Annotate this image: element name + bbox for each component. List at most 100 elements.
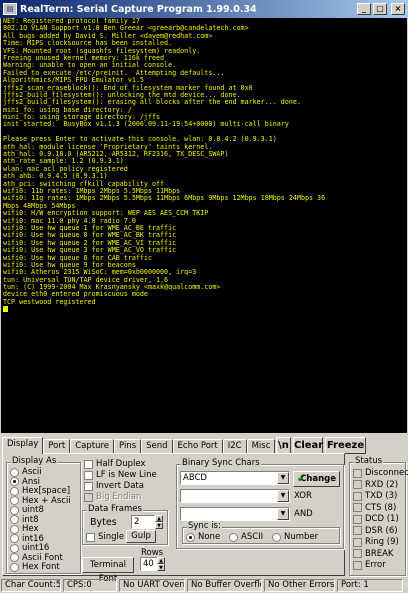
- lf-newline-checkbox[interactable]: LF is New Line: [84, 470, 157, 480]
- radio-dot: [10, 467, 19, 477]
- display-as-option-label: Ansi: [22, 476, 40, 487]
- display-as-option-int16[interactable]: int16: [10, 534, 44, 544]
- text-cursor: [3, 306, 8, 313]
- status-item-label: BREAK: [365, 548, 394, 559]
- display-as-option-label: uint16: [22, 543, 50, 553]
- single-checkbox[interactable]: Single: [86, 532, 124, 542]
- tab-echo-port[interactable]: Echo Port: [172, 439, 223, 454]
- rows-spin-down[interactable]: ▼: [157, 564, 165, 571]
- terminal-line: TCP westwood registered: [3, 297, 96, 306]
- display-as-option-hex-ascii[interactable]: Hex + Ascii: [10, 496, 71, 506]
- invert-data-checkbox[interactable]: Invert Data: [84, 481, 144, 491]
- title-bar: ▤ RealTerm: Serial Capture Program 1.99.…: [0, 0, 408, 18]
- status-label: Status: [354, 456, 384, 466]
- char-count: Char Count:5685: [1, 579, 61, 592]
- tab-capture[interactable]: Capture: [70, 439, 114, 454]
- radio-dot: [10, 543, 19, 553]
- app-icon: ▤: [3, 3, 17, 15]
- tab-send[interactable]: Send: [141, 439, 173, 454]
- status-item-label: DCD (1): [365, 514, 399, 524]
- big-endian-label: Big Endian: [96, 492, 142, 502]
- display-as-option-hex-font[interactable]: Hex Font: [10, 562, 60, 572]
- display-as-option-label: Hex: [22, 524, 39, 534]
- single-box: [86, 532, 95, 542]
- clear-button[interactable]: Clear: [293, 437, 323, 454]
- invert-data-label: Invert Data: [96, 481, 144, 491]
- status-item-label: TXD (3): [365, 491, 398, 501]
- half-duplex-checkbox[interactable]: Half Duplex: [84, 459, 145, 469]
- status-cts-8: CTS (8): [353, 503, 396, 513]
- sync-none-dot: [186, 532, 195, 542]
- display-as-option-ansi[interactable]: Ansi: [10, 477, 40, 487]
- status-led-icon: [353, 537, 362, 547]
- sync-is-label: Sync is:: [187, 521, 222, 531]
- tab-display[interactable]: Display: [2, 437, 44, 454]
- display-as-option-label: Ascii Font: [22, 552, 63, 563]
- terminal-output[interactable]: NET: Registered protocol family 17 802.1Q…: [1, 18, 407, 433]
- sync-none-label: None: [198, 532, 221, 542]
- bytes-spin-up[interactable]: ▲: [155, 515, 163, 522]
- tab-i2c[interactable]: I2C: [222, 439, 247, 454]
- chevron-down-icon: ▼: [277, 490, 289, 502]
- sync-number-dot: [272, 532, 281, 542]
- status-break: BREAK: [353, 549, 394, 559]
- status-led-icon: [353, 491, 362, 501]
- xor-label: XOR: [294, 491, 312, 501]
- status-dcd-1: DCD (1): [353, 514, 399, 524]
- sync-ascii-radio[interactable]: ASCII: [229, 532, 263, 542]
- tab-pins[interactable]: Pins: [114, 439, 142, 454]
- status-item-label: Disconnect: [365, 468, 408, 478]
- display-as-option-uint8[interactable]: uint8: [10, 505, 44, 515]
- display-as-option-int8[interactable]: int8: [10, 515, 39, 525]
- display-as-option-hex[interactable]: Hex: [10, 524, 39, 534]
- status-error: Error: [353, 560, 386, 570]
- display-as-option-hex-space-[interactable]: Hex[space]: [10, 486, 70, 496]
- radio-dot: [10, 534, 19, 543]
- display-as-option-uint16[interactable]: uint16: [10, 543, 49, 553]
- status-item-label: RXD (2): [365, 479, 399, 490]
- freeze-button[interactable]: Freeze: [325, 437, 366, 454]
- status-ring-9: Ring (9): [353, 537, 399, 547]
- status-led-icon: [353, 526, 362, 535]
- sync-number-label: Number: [284, 532, 319, 542]
- change-button[interactable]: ✔ Change: [293, 471, 340, 487]
- binary-sync-label: Binary Sync Chars: [181, 458, 261, 468]
- rows-spin-up[interactable]: ▲: [157, 557, 165, 564]
- sync-none-radio[interactable]: None: [186, 532, 220, 542]
- terminal-font-button[interactable]: Terminal Font: [82, 557, 134, 584]
- display-as-option-ascii[interactable]: Ascii: [10, 467, 42, 477]
- status-item-label: CTS (8): [365, 502, 397, 513]
- status-item-label: DSR (6): [365, 525, 398, 536]
- close-button[interactable]: ×: [391, 3, 405, 15]
- display-as-option-ascii-font[interactable]: Ascii Font: [10, 553, 63, 563]
- status-txd-3: TXD (3): [353, 491, 397, 501]
- rows-input[interactable]: 40: [140, 557, 158, 571]
- tab-misc[interactable]: Misc: [246, 439, 276, 454]
- status-dsr-6: DSR (6): [353, 526, 398, 536]
- big-endian-box: [84, 492, 93, 502]
- status-rxd-2: RXD (2): [353, 480, 398, 490]
- status-disconnect[interactable]: Disconnect: [353, 468, 408, 478]
- status-item-label: Error: [365, 560, 386, 570]
- bytes-spin-down[interactable]: ▼: [155, 522, 163, 529]
- terminal-line: init started: BusyBox v1.1.3 (2006.09.11…: [3, 120, 289, 129]
- sync-chars-combo[interactable]: ABCD ▼: [180, 471, 290, 485]
- port-indicator: Port: 1: [337, 579, 403, 592]
- chevron-down-icon: ▼: [277, 472, 289, 484]
- bytes-input[interactable]: 2: [131, 515, 155, 529]
- display-as-option-label: int16: [22, 533, 44, 544]
- window-title: RealTerm: Serial Capture Program 1.99.0.…: [20, 3, 257, 15]
- and-combo[interactable]: ▼: [180, 507, 290, 521]
- radio-dot: [10, 477, 19, 486]
- newline-button[interactable]: \n: [276, 437, 291, 454]
- bytes-label: Bytes: [90, 517, 117, 528]
- maximize-button[interactable]: □: [373, 3, 387, 15]
- gulp-button[interactable]: Gulp: [126, 530, 156, 543]
- tab-port[interactable]: Port: [43, 439, 71, 454]
- minimize-button[interactable]: _: [357, 3, 371, 15]
- lf-newline-box: [84, 470, 93, 480]
- display-as-label: Display As: [11, 456, 58, 466]
- display-as-option-label: Hex[space]: [22, 486, 71, 496]
- xor-combo[interactable]: ▼: [180, 489, 290, 503]
- sync-number-radio[interactable]: Number: [272, 532, 318, 542]
